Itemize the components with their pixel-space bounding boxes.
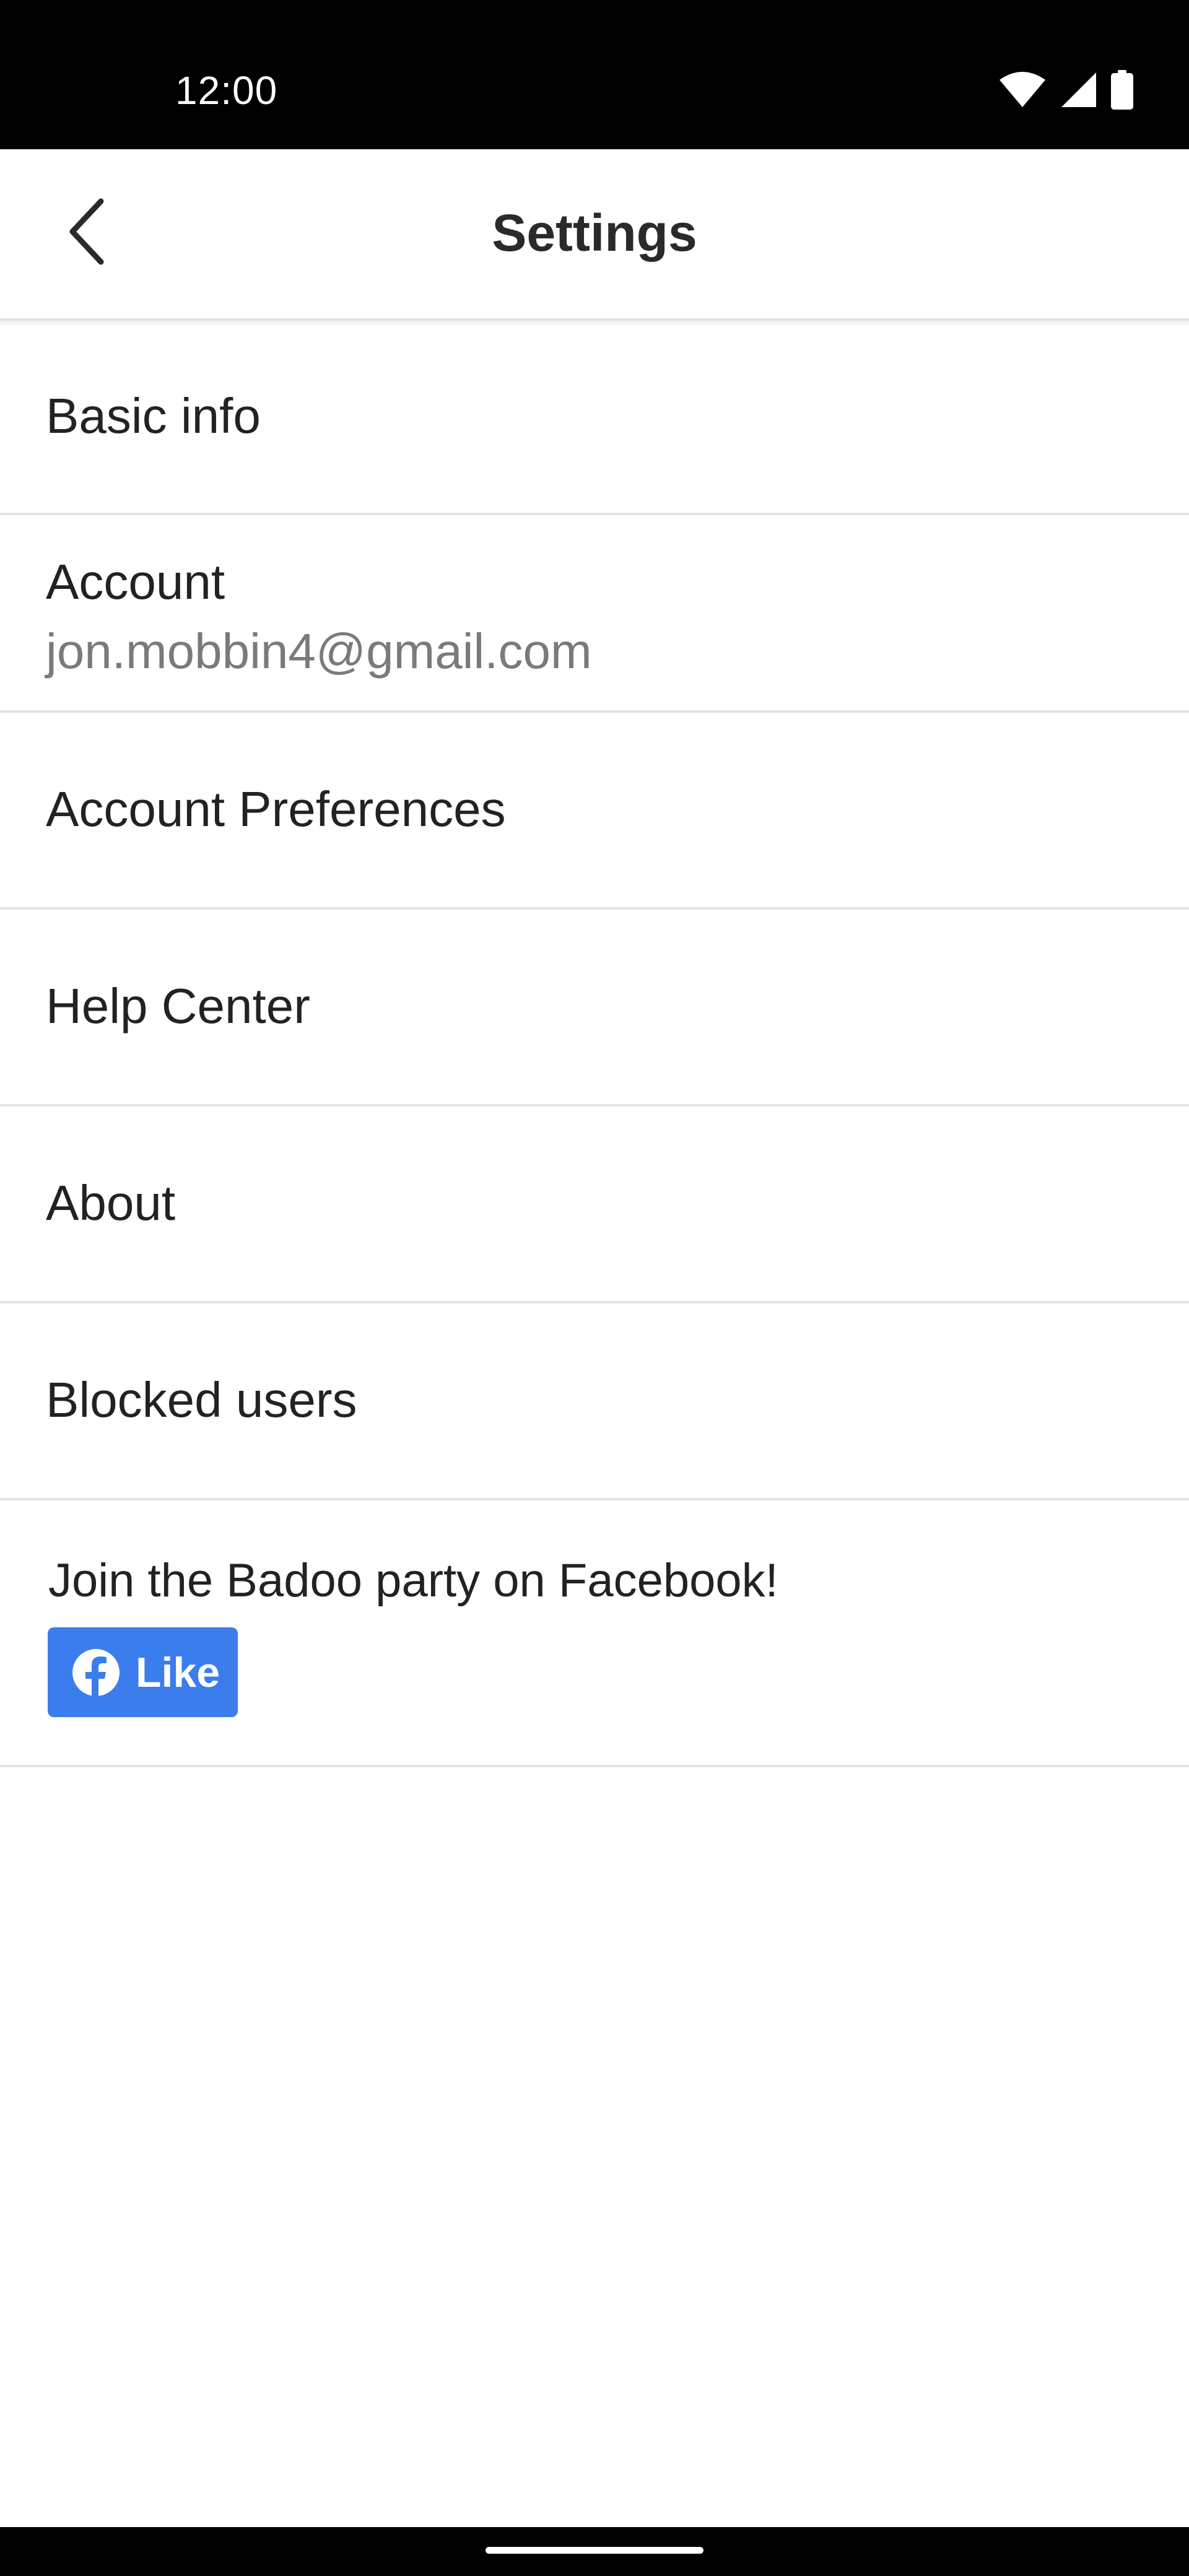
facebook-promo: Join the Badoo party on Facebook! Like bbox=[0, 1500, 1189, 1767]
settings-item-account[interactable]: Account jon.mobbin4@gmail.com bbox=[0, 515, 1189, 713]
settings-item-label: About bbox=[46, 1175, 176, 1230]
signal-icon bbox=[1060, 71, 1097, 108]
settings-item-account-preferences[interactable]: Account Preferences bbox=[0, 713, 1189, 910]
account-email: jon.mobbin4@gmail.com bbox=[46, 624, 592, 679]
facebook-promo-text: Join the Badoo party on Facebook! bbox=[48, 1554, 778, 1607]
settings-item-about[interactable]: About bbox=[0, 1107, 1189, 1303]
status-time: 12:00 bbox=[175, 68, 278, 113]
navigation-bar bbox=[0, 2527, 1189, 2576]
settings-item-blocked-users[interactable]: Blocked users bbox=[0, 1303, 1189, 1500]
status-bar: 12:00 bbox=[0, 0, 1189, 149]
settings-item-help-center[interactable]: Help Center bbox=[0, 910, 1189, 1107]
settings-item-label: Account bbox=[46, 554, 225, 609]
settings-item-label: Basic info bbox=[46, 388, 261, 443]
facebook-like-button[interactable]: Like bbox=[48, 1627, 238, 1717]
settings-item-label: Account Preferences bbox=[46, 781, 506, 837]
status-icons bbox=[998, 68, 1133, 111]
facebook-like-label: Like bbox=[136, 1648, 220, 1696]
settings-item-label: Help Center bbox=[46, 978, 310, 1033]
page-title: Settings bbox=[492, 204, 697, 262]
facebook-icon bbox=[71, 1648, 121, 1697]
app-header: Settings bbox=[0, 149, 1189, 321]
settings-list: Basic info Account jon.mobbin4@gmail.com… bbox=[0, 328, 1189, 1767]
wifi-icon bbox=[998, 71, 1047, 108]
settings-item-label: Blocked users bbox=[46, 1372, 357, 1427]
settings-screen: 12:00 Settings Basic info Account jon.mo… bbox=[0, 0, 1189, 2576]
settings-item-basic-info[interactable]: Basic info bbox=[0, 328, 1189, 515]
header-shadow bbox=[0, 321, 1189, 328]
battery-icon bbox=[1111, 70, 1133, 110]
home-indicator[interactable] bbox=[486, 2547, 703, 2554]
